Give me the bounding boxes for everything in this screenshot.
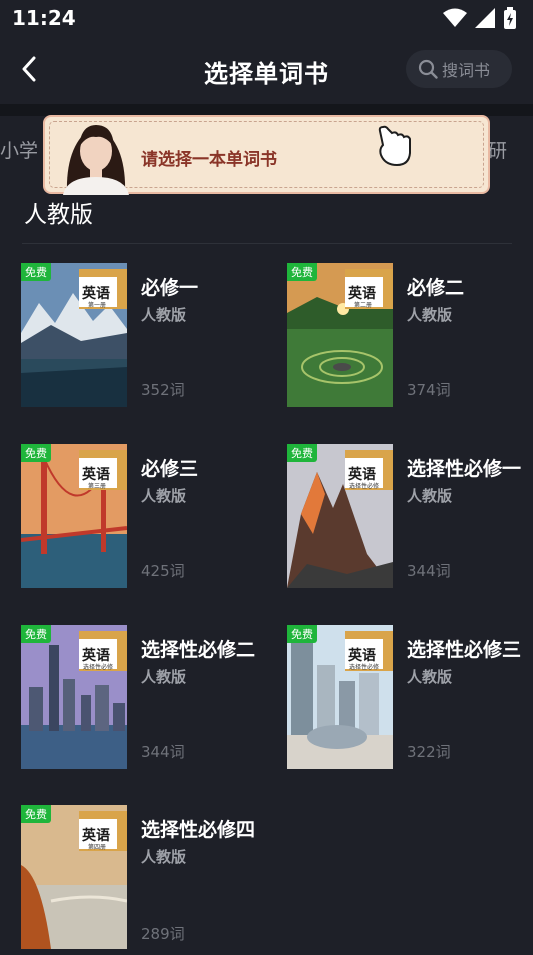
book-publisher: 人教版 bbox=[141, 668, 187, 686]
book-publisher: 人教版 bbox=[407, 668, 453, 686]
book-word-count: 322词 bbox=[407, 743, 451, 761]
search-button[interactable]: 搜词书 bbox=[406, 50, 512, 88]
book-word-count: 344词 bbox=[407, 562, 451, 580]
book-card[interactable]: 英语 第四册 免费 选择性必修四 人教版 289词 bbox=[21, 805, 271, 955]
cover-subtitle: 第二册 bbox=[354, 302, 373, 309]
signal-icon bbox=[475, 8, 495, 28]
book-card[interactable]: 英语 第二册 免费 必修二 人教版 374词 bbox=[287, 263, 533, 413]
book-title: 必修一 人教版 bbox=[141, 273, 259, 325]
book-card[interactable]: 英语 选择性必修 免费 选择性必修二 人教版 344词 bbox=[21, 625, 271, 775]
tab-primary-school[interactable]: 小学 bbox=[0, 136, 38, 163]
book-card[interactable]: 英语 选择性必修 免费 选择性必修一 人教版 344词 bbox=[287, 444, 533, 594]
cover-subtitle: 选择性必修 bbox=[349, 664, 380, 671]
book-cover: 英语 选择性必修 免费 bbox=[287, 625, 393, 769]
book-card[interactable]: 英语 选择性必修 免费 选择性必修三 人教版 322词 bbox=[287, 625, 533, 775]
book-title: 选择性必修三 人教版 bbox=[407, 635, 525, 687]
book-title-text: 选择性必修四 bbox=[141, 819, 256, 841]
section-divider bbox=[22, 243, 512, 244]
cover-subtitle: 选择性必修 bbox=[349, 483, 380, 490]
pointing-hand-icon bbox=[378, 125, 411, 167]
book-title-text: 选择性必修一 bbox=[407, 458, 522, 480]
free-badge: 免费 bbox=[21, 444, 51, 462]
book-title-text: 选择性必修二 bbox=[141, 639, 256, 661]
cover-subtitle: 第四册 bbox=[88, 844, 107, 851]
book-title: 选择性必修四 人教版 bbox=[141, 815, 259, 867]
book-publisher: 人教版 bbox=[141, 306, 187, 324]
status-icons bbox=[443, 7, 517, 29]
book-title-text: 必修一 bbox=[141, 277, 199, 299]
book-title-text: 必修二 bbox=[407, 277, 465, 299]
book-word-count: 344词 bbox=[141, 743, 185, 761]
search-icon bbox=[418, 59, 438, 79]
book-title-text: 必修三 bbox=[141, 458, 199, 480]
book-word-count: 374词 bbox=[407, 381, 451, 399]
free-badge: 免费 bbox=[287, 625, 317, 643]
book-cover: 英语 选择性必修 免费 bbox=[287, 444, 393, 588]
book-cover: 英语 第四册 免费 bbox=[21, 805, 127, 949]
book-cover: 英语 第二册 免费 bbox=[287, 263, 393, 407]
book-title: 必修二 人教版 bbox=[407, 273, 525, 325]
tab-postgraduate[interactable]: 研 bbox=[488, 136, 507, 163]
battery-charging-icon bbox=[504, 7, 516, 29]
book-word-count: 352词 bbox=[141, 381, 185, 399]
book-title: 必修三 人教版 bbox=[141, 454, 259, 506]
section-title: 人教版 bbox=[24, 202, 93, 228]
cover-subtitle: 第三册 bbox=[88, 483, 107, 490]
search-placeholder: 搜词书 bbox=[442, 61, 491, 80]
free-badge: 免费 bbox=[21, 625, 51, 643]
guide-avatar bbox=[63, 125, 129, 195]
book-cover: 英语 第一册 免费 bbox=[21, 263, 127, 407]
book-cover: 英语 选择性必修 免费 bbox=[21, 625, 127, 769]
free-badge: 免费 bbox=[21, 805, 51, 823]
book-title: 选择性必修二 人教版 bbox=[141, 635, 259, 687]
wifi-icon bbox=[443, 8, 467, 27]
book-publisher: 人教版 bbox=[141, 487, 187, 505]
cover-subtitle: 第一册 bbox=[88, 302, 107, 309]
banner-text: 请选择一本单词书 bbox=[141, 150, 277, 170]
book-card[interactable]: 英语 第一册 免费 必修一 人教版 352词 bbox=[21, 263, 271, 413]
book-publisher: 人教版 bbox=[141, 848, 187, 866]
status-time: 11:24 bbox=[12, 6, 76, 30]
status-bar: 11:24 bbox=[0, 0, 533, 36]
cover-subtitle: 选择性必修 bbox=[83, 664, 114, 671]
book-card[interactable]: 英语 第三册 免费 必修三 人教版 425词 bbox=[21, 444, 271, 594]
guide-banner: 请选择一本单词书 bbox=[43, 115, 490, 195]
book-publisher: 人教版 bbox=[407, 487, 453, 505]
book-title-text: 选择性必修三 bbox=[407, 639, 522, 661]
free-badge: 免费 bbox=[287, 263, 317, 281]
book-cover: 英语 第三册 免费 bbox=[21, 444, 127, 588]
nav-bar: 选择单词书 搜词书 bbox=[0, 36, 533, 104]
book-word-count: 425词 bbox=[141, 562, 185, 580]
free-badge: 免费 bbox=[21, 263, 51, 281]
book-publisher: 人教版 bbox=[407, 306, 453, 324]
book-word-count: 289词 bbox=[141, 925, 185, 943]
free-badge: 免费 bbox=[287, 444, 317, 462]
book-title: 选择性必修一 人教版 bbox=[407, 454, 525, 506]
